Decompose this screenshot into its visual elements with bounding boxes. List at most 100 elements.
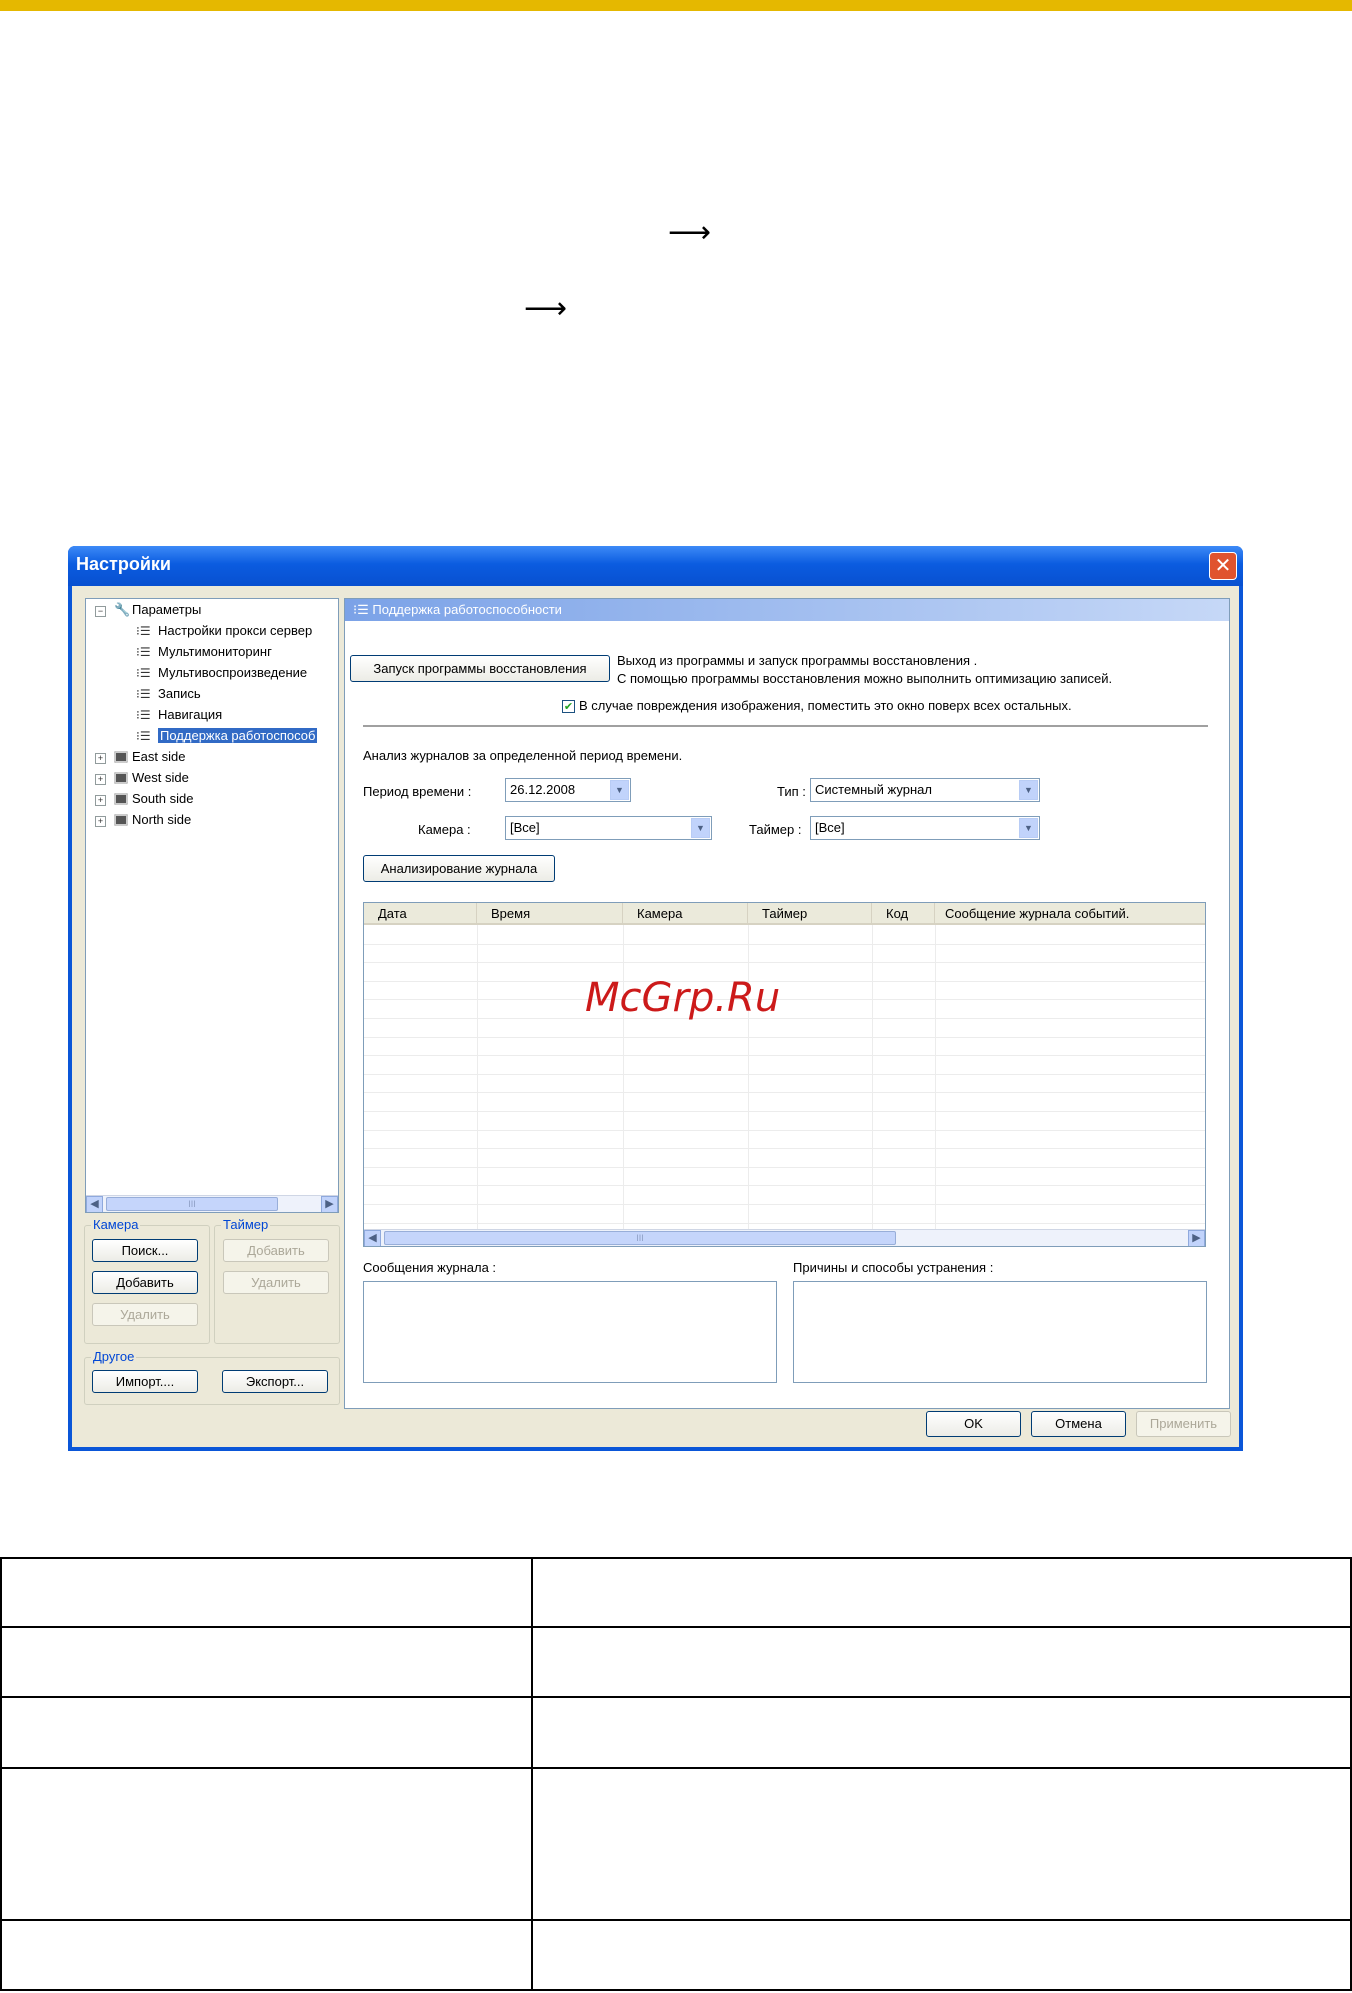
causes-box[interactable]	[793, 1281, 1207, 1383]
delete-camera-button[interactable]: Удалить	[92, 1303, 198, 1326]
table-cell	[0, 1919, 533, 1991]
table-cell	[531, 1919, 1352, 1991]
table-row	[364, 1185, 1205, 1187]
tree-node-proxy[interactable]: ⁝☰ Настройки прокси сервер	[136, 622, 312, 640]
tree-node-multimonitoring[interactable]: ⁝☰ Мультимониторинг	[136, 643, 272, 661]
chevron-down-icon[interactable]: ▼	[1019, 818, 1038, 838]
table-row	[364, 980, 1205, 982]
list-icon: ⁝☰	[353, 602, 373, 617]
expand-icon[interactable]: +	[95, 774, 106, 785]
scroll-thumb[interactable]: III	[384, 1231, 896, 1245]
chevron-down-icon[interactable]: ▼	[1019, 780, 1038, 800]
scroll-right-icon[interactable]: ▶	[321, 1196, 338, 1212]
arrow-icon: ⟶	[524, 291, 568, 326]
table-cell	[0, 1557, 533, 1628]
log-messages-box[interactable]	[363, 1281, 777, 1383]
title-bar[interactable]: Настройки ✕	[68, 546, 1243, 586]
period-value: 26.12.2008	[510, 782, 576, 797]
tree-node-navigation[interactable]: ⁝☰ Навигация	[136, 706, 222, 724]
table-row	[0, 1696, 1352, 1769]
table-cell	[531, 1767, 1352, 1921]
camera-label: Камера :	[418, 822, 471, 837]
bring-to-front-checkbox[interactable]: ✔	[562, 700, 575, 713]
bring-to-front-label: В случае повреждения изображения, помест…	[579, 698, 1072, 713]
table-row	[364, 962, 1205, 964]
add-camera-button[interactable]: Добавить	[92, 1271, 198, 1294]
expand-icon[interactable]: +	[95, 795, 106, 806]
type-combo[interactable]: Системный журнал ▼	[810, 778, 1040, 802]
chevron-down-icon[interactable]: ▼	[691, 818, 710, 838]
log-messages-label: Сообщения журнала :	[363, 1260, 497, 1275]
table-row	[364, 1129, 1205, 1131]
camera-group: Камера Поиск... Добавить Удалить	[84, 1217, 210, 1344]
table-row	[0, 1919, 1352, 1991]
apply-button[interactable]: Применить	[1136, 1411, 1231, 1437]
delete-timer-button[interactable]: Удалить	[223, 1271, 329, 1294]
table-row	[364, 1111, 1205, 1112]
table-cell	[0, 1767, 533, 1921]
column-time[interactable]: Время	[477, 903, 623, 925]
tree-node-recording[interactable]: ⁝☰ Запись	[136, 685, 201, 703]
tree-node-parameters[interactable]: 🔧 Параметры	[114, 601, 201, 619]
window-title: Настройки	[76, 554, 171, 574]
analyze-log-button[interactable]: Анализирование журнала	[363, 855, 555, 882]
table-row	[364, 1222, 1205, 1224]
tree-node-north-side[interactable]: North side	[114, 811, 191, 829]
list-icon: ⁝☰	[136, 624, 151, 638]
cancel-button[interactable]: Отмена	[1031, 1411, 1126, 1437]
tree-node-west-side[interactable]: West side	[114, 769, 189, 787]
column-date[interactable]: Дата	[364, 903, 477, 925]
column-code[interactable]: Код	[872, 903, 935, 925]
export-button[interactable]: Экспорт...	[222, 1370, 328, 1393]
camera-combo[interactable]: [Все] ▼	[505, 816, 712, 840]
table-row	[364, 1055, 1205, 1057]
add-timer-button[interactable]: Добавить	[223, 1239, 329, 1262]
watermark: McGrp.Ru	[585, 975, 781, 1021]
scroll-right-icon[interactable]: ▶	[1188, 1230, 1205, 1246]
list-icon: ⁝☰	[136, 687, 151, 701]
column-camera[interactable]: Камера	[623, 903, 748, 925]
import-button[interactable]: Импорт....	[92, 1370, 198, 1393]
log-table-horizontal-scrollbar[interactable]: ◀ III ▶	[364, 1229, 1205, 1246]
list-icon: ⁝☰	[136, 708, 151, 722]
camera-icon	[114, 793, 128, 805]
timer-combo[interactable]: [Все] ▼	[810, 816, 1040, 840]
expand-icon[interactable]: +	[95, 816, 106, 827]
scroll-left-icon[interactable]: ◀	[364, 1230, 381, 1246]
table-row	[364, 1166, 1205, 1168]
period-label: Период времени :	[363, 784, 472, 799]
camera-icon	[114, 772, 128, 784]
scroll-thumb[interactable]: III	[106, 1197, 278, 1211]
launch-recovery-button[interactable]: Запуск программы восстановления	[350, 655, 610, 682]
camera-icon	[114, 814, 128, 826]
table-row	[364, 1092, 1205, 1094]
scroll-left-icon[interactable]: ◀	[86, 1196, 103, 1212]
expand-icon[interactable]: +	[95, 753, 106, 764]
list-icon: ⁝☰	[136, 645, 151, 659]
table-cell	[531, 1557, 1352, 1628]
camera-icon	[114, 751, 128, 763]
tree-node-east-side[interactable]: East side	[114, 748, 185, 766]
column-timer[interactable]: Таймер	[748, 903, 872, 925]
tree-node-south-side[interactable]: South side	[114, 790, 193, 808]
timer-value: [Все]	[815, 820, 845, 835]
tree-node-maintenance[interactable]: ⁝☰ Поддержка работоспособ	[136, 727, 318, 745]
analysis-title: Анализ журналов за определенной период в…	[363, 748, 683, 763]
table-row	[364, 1073, 1205, 1075]
period-combo[interactable]: 26.12.2008 ▼	[505, 778, 631, 802]
tree-horizontal-scrollbar[interactable]: ◀ III ▶	[86, 1195, 338, 1212]
ok-button[interactable]: OK	[926, 1411, 1021, 1437]
search-button[interactable]: Поиск...	[92, 1239, 198, 1262]
log-table[interactable]: Дата Время Камера Таймер Код Сообщение ж…	[363, 902, 1206, 1247]
recovery-description-1: Выход из программы и запуск программы во…	[617, 653, 978, 668]
settings-tree[interactable]: − 🔧 Параметры ⁝☰ Настройки прокси сервер ⁝…	[85, 598, 339, 1213]
other-group: Другое Импорт.... Экспорт...	[84, 1349, 340, 1405]
collapse-icon[interactable]: −	[95, 606, 106, 617]
column-message[interactable]: Сообщение журнала событий.	[935, 903, 1205, 925]
maintenance-panel: ⁝☰ Поддержка работоспособности Запуск пр…	[344, 598, 1230, 1409]
table-row	[364, 1204, 1205, 1205]
tree-node-multiplayback[interactable]: ⁝☰ Мультивоспроизведение	[136, 664, 307, 682]
close-button[interactable]: ✕	[1209, 552, 1237, 580]
type-value: Системный журнал	[815, 782, 932, 797]
chevron-down-icon[interactable]: ▼	[610, 780, 629, 800]
